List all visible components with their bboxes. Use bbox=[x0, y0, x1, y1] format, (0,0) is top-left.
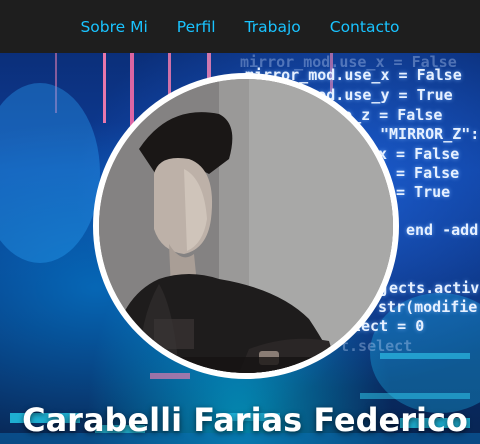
profile-photo bbox=[99, 79, 393, 373]
code-line: str(modifie bbox=[378, 298, 478, 316]
nav-link-perfil[interactable]: Perfil bbox=[177, 18, 216, 36]
nav-link-sobre-mi[interactable]: Sobre Mi bbox=[80, 18, 147, 36]
nav-link-trabajo[interactable]: Trabajo bbox=[245, 18, 301, 36]
portfolio-page: Sobre Mi Perfil Trabajo Contacto mirror_… bbox=[0, 0, 480, 444]
nav-link-contacto[interactable]: Contacto bbox=[330, 18, 400, 36]
hero-section: mirror_mod.use_x = False mirror_mod.use_… bbox=[0, 53, 480, 444]
code-line: end -add bbox=[406, 221, 479, 239]
navbar: Sobre Mi Perfil Trabajo Contacto bbox=[0, 0, 480, 53]
code-line: x = False bbox=[378, 145, 460, 163]
profile-name: Carabelli Farias Federico bbox=[22, 401, 468, 440]
code-line: t.select bbox=[340, 337, 413, 355]
code-line: = True bbox=[396, 183, 451, 201]
avatar bbox=[93, 73, 399, 379]
code-line: "MIRROR_Z": bbox=[380, 125, 480, 143]
code-line: = False bbox=[396, 164, 460, 182]
code-line: jects.activ bbox=[380, 279, 480, 297]
